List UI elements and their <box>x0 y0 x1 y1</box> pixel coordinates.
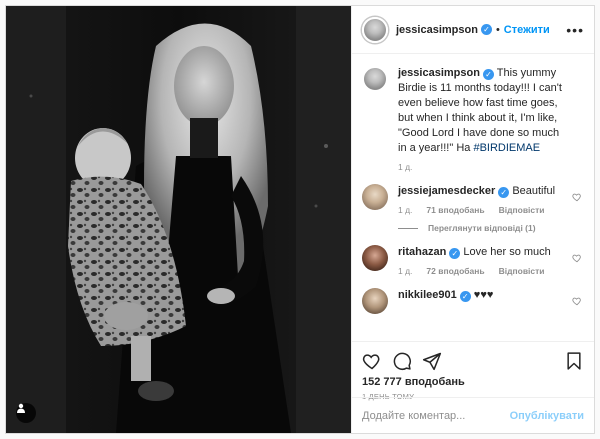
comment-text: nikkilee901 ✓ ♥♥♥ <box>398 288 568 303</box>
comment-item: jessiejamesdecker ✓ Beautiful 1 д. 71 впо… <box>362 184 584 215</box>
verified-badge-icon: ✓ <box>482 69 494 80</box>
post-actions: 152 777 вподобань 1 ДЕНЬ ТОМУ <box>352 341 594 401</box>
comment-item: ritahazan ✓ Love her so much 1 д. 72 впод… <box>362 245 584 276</box>
photo-image <box>6 6 351 433</box>
caption-meta: 1 д. <box>398 162 568 172</box>
likes-count[interactable]: 152 777 вподобань <box>362 376 584 388</box>
post-header: jessicasimpson ✓ • Стежити ••• <box>352 6 594 54</box>
hashtag-link[interactable]: #BIRDIEMAE <box>473 142 540 154</box>
caption-age[interactable]: 1 д. <box>398 162 412 172</box>
heart-icon[interactable] <box>362 351 382 371</box>
comment-age[interactable]: 1 д. <box>398 205 412 215</box>
commenter-avatar[interactable] <box>362 184 388 210</box>
action-icons <box>362 348 584 374</box>
verified-badge-icon: ✓ <box>498 187 510 198</box>
view-replies-label: Переглянути відповіді (1) <box>428 223 536 233</box>
comment-meta: 1 д. 71 вподобань Відповісти <box>398 205 568 215</box>
more-options-icon[interactable]: ••• <box>566 22 584 38</box>
publish-button[interactable]: Опублікувати <box>510 410 584 422</box>
caption: jessicasimpson ✓ This yummy Birdie is 11 … <box>362 66 584 172</box>
share-icon[interactable] <box>422 351 442 371</box>
commenter-username[interactable]: jessiejamesdecker <box>398 185 495 197</box>
comment-body: ♥♥♥ <box>473 289 494 301</box>
reply-button[interactable]: Відповісти <box>499 205 545 215</box>
comment-meta: 1 д. 72 вподобань Відповісти <box>398 266 568 276</box>
user-tag-button[interactable] <box>16 403 36 423</box>
caption-text: jessicasimpson ✓ This yummy Birdie is 11 … <box>398 66 568 156</box>
post-photo[interactable] <box>6 6 351 433</box>
caption-body: This yummy Birdie is 11 months today!!! … <box>398 67 562 154</box>
comment-like-icon[interactable] <box>572 296 582 306</box>
comment-like-icon[interactable] <box>572 253 582 263</box>
verified-badge-icon: ✓ <box>459 291 471 302</box>
comment-item: nikkilee901 ✓ ♥♥♥ <box>362 288 584 314</box>
commenter-username[interactable]: ritahazan <box>398 246 446 258</box>
add-comment-bar: Опублікувати <box>352 397 594 433</box>
comment-input[interactable] <box>362 409 510 422</box>
commenter-avatar[interactable] <box>362 245 388 271</box>
comment-text: jessiejamesdecker ✓ Beautiful <box>398 184 568 199</box>
comment-icon[interactable] <box>392 351 412 371</box>
comment-likes[interactable]: 71 вподобань <box>426 205 484 215</box>
view-replies-button[interactable]: Переглянути відповіді (1) <box>398 223 584 233</box>
commenter-username[interactable]: nikkilee901 <box>398 289 457 301</box>
replies-divider <box>398 227 418 229</box>
post-side-panel: jessicasimpson ✓ • Стежити ••• jessicasi… <box>351 6 594 433</box>
reply-button[interactable]: Відповісти <box>499 266 545 276</box>
user-tag-icon <box>17 403 25 413</box>
separator-dot: • <box>495 23 500 36</box>
comment-likes[interactable]: 72 вподобань <box>426 266 484 276</box>
verified-badge-icon: ✓ <box>449 248 461 259</box>
author-avatar[interactable] <box>362 16 388 43</box>
comment-like-icon[interactable] <box>572 192 582 202</box>
comment-text: ritahazan ✓ Love her so much <box>398 245 568 260</box>
comments-list[interactable]: jessicasimpson ✓ This yummy Birdie is 11 … <box>352 54 594 341</box>
verified-badge-icon: ✓ <box>480 24 492 35</box>
comment-body: Beautiful <box>512 185 556 197</box>
bookmark-icon[interactable] <box>564 351 584 371</box>
commenter-avatar[interactable] <box>362 288 388 314</box>
comment-body: Love her so much <box>463 246 551 258</box>
comment-age[interactable]: 1 д. <box>398 266 412 276</box>
post-card: jessicasimpson ✓ • Стежити ••• jessicasi… <box>5 5 595 434</box>
caption-username[interactable]: jessicasimpson <box>398 67 480 79</box>
caption-avatar[interactable] <box>362 66 388 92</box>
author-username[interactable]: jessicasimpson <box>396 24 478 36</box>
follow-button[interactable]: Стежити <box>504 24 550 36</box>
